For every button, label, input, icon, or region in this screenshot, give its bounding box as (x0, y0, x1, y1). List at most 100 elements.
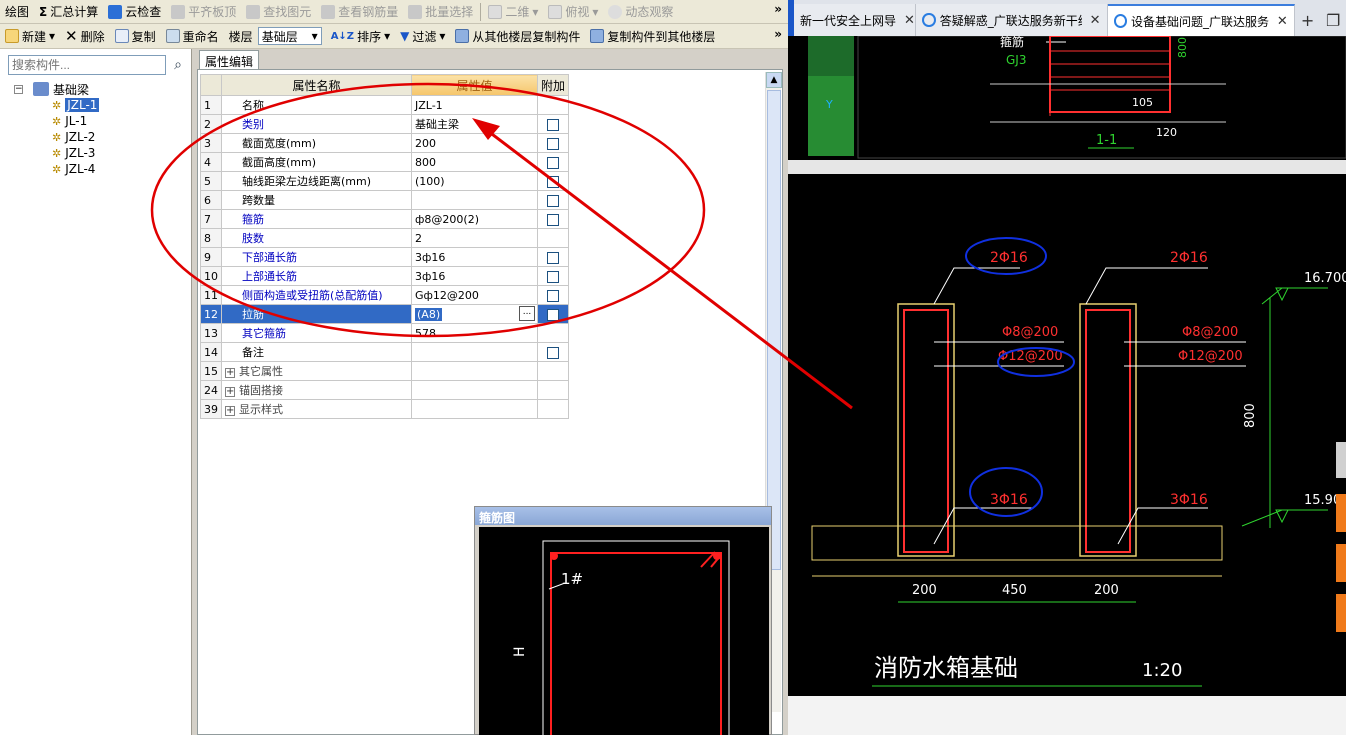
property-value[interactable]: 578 (411, 323, 538, 343)
cloud-check-button[interactable]: 云检查 (103, 1, 166, 23)
extra-checkbox[interactable] (547, 213, 559, 226)
property-row[interactable]: 4 截面高度(mm) 800 (200, 152, 570, 172)
property-row[interactable]: 39 + 显示样式 (200, 399, 570, 419)
property-value[interactable]: 200 (411, 133, 538, 153)
property-row[interactable]: 9 下部通长筋 3ф16 (200, 247, 570, 267)
floor-select[interactable]: 基础层 ▾ (257, 27, 322, 45)
header-value[interactable]: 属性值 (411, 74, 538, 96)
sort-button[interactable]: A↓Z 排序 ▾ (326, 25, 395, 47)
window-icon[interactable]: ❐ (1320, 4, 1346, 36)
property-value[interactable] (411, 342, 538, 362)
extra-checkbox[interactable] (547, 308, 559, 321)
property-value[interactable]: (100) (411, 171, 538, 191)
property-row[interactable]: 12 拉筋 (A8)... (200, 304, 570, 324)
drawing-scale: 1:20 (1142, 660, 1182, 681)
property-value[interactable] (411, 380, 538, 400)
property-row[interactable]: 1 名称 JZL-1 (200, 95, 570, 115)
property-value[interactable]: 基础主梁 (411, 114, 538, 134)
copy-to-floor-button[interactable]: 复制构件到其他楼层 (585, 25, 720, 47)
property-row[interactable]: 3 截面宽度(mm) 200 (200, 133, 570, 153)
extra-checkbox[interactable] (547, 175, 559, 188)
find-element-button[interactable]: 查找图元 (241, 1, 316, 23)
property-row[interactable]: 5 轴线距梁左边线距离(mm) (100) (200, 171, 570, 191)
property-row[interactable]: 7 箍筋 ф8@200(2) (200, 209, 570, 229)
side-float-button[interactable] (1336, 494, 1346, 532)
header-extra[interactable]: 附加 (536, 74, 570, 96)
expand-plus-icon[interactable]: + (225, 368, 235, 378)
copy-from-floor-button[interactable]: 从其他楼层复制构件 (450, 25, 585, 47)
property-row[interactable]: 8 肢数 2 (200, 228, 570, 248)
extra-checkbox[interactable] (547, 194, 559, 207)
expand-plus-icon[interactable]: + (225, 387, 235, 397)
filter-button[interactable]: ▼ 过滤 ▾ (395, 25, 450, 47)
close-icon[interactable]: ✕ (904, 13, 915, 28)
new-tab-button[interactable]: + (1295, 4, 1321, 36)
property-value[interactable] (411, 399, 538, 419)
property-row[interactable]: 10 上部通长筋 3ф16 (200, 266, 570, 286)
search-input[interactable] (8, 55, 166, 75)
property-row[interactable]: 24 + 锚固搭接 (200, 380, 570, 400)
browser-tab-safe-browsing[interactable]: 新一代安全上网导 ✕ (794, 4, 917, 36)
scroll-up-icon[interactable]: ▲ (766, 72, 782, 88)
batch-select-icon (408, 4, 423, 19)
property-row[interactable]: 14 备注 (200, 342, 570, 362)
view-rebar-qty-button[interactable]: 查看钢筋量 (316, 1, 403, 23)
side-float-button[interactable] (1336, 544, 1346, 582)
draw-button[interactable]: 绘图 (0, 1, 34, 23)
expand-plus-icon[interactable]: + (225, 406, 235, 416)
side-float-button[interactable] (1336, 442, 1346, 478)
tree-root-foundation-beam[interactable]: − 基础梁 (14, 81, 99, 97)
property-row[interactable]: 2 类别 基础主梁 (200, 114, 570, 134)
extra-checkbox[interactable] (547, 118, 559, 131)
rename-button[interactable]: 重命名 (161, 25, 224, 47)
extra-checkbox[interactable] (547, 270, 559, 283)
batch-select-button[interactable]: 批量选择 (403, 1, 478, 23)
extra-checkbox[interactable] (547, 251, 559, 264)
ellipsis-button[interactable]: ... (519, 306, 535, 321)
property-value[interactable]: 3ф16 (411, 247, 538, 267)
property-value[interactable]: ф8@200(2) (411, 209, 538, 229)
tree-item-jzl-1[interactable]: ✲ JZL-1 (14, 97, 100, 113)
view-2d-dropdown[interactable]: 二维 ▾ (483, 1, 543, 23)
property-row[interactable]: 6 跨数量 (200, 190, 570, 210)
new-button[interactable]: 新建 ▾ (0, 25, 60, 47)
property-value[interactable]: 3ф16 (411, 266, 538, 286)
search-icon[interactable]: ⌕ (168, 55, 188, 75)
delete-button[interactable]: ✕ 删除 (60, 25, 110, 47)
browser-tab-qa[interactable]: 答疑解惑_广联达服务新干线 ✕ (916, 4, 1108, 36)
extra-checkbox[interactable] (547, 346, 559, 359)
scrollbar-thumb[interactable] (767, 90, 781, 570)
extra-checkbox[interactable] (547, 289, 559, 302)
property-value[interactable] (411, 361, 538, 381)
tree-item-jzl-4[interactable]: ✲ JZL-4 (14, 161, 99, 177)
dynamic-orbit-button[interactable]: 动态观察 (603, 1, 678, 23)
property-value[interactable]: 800 (411, 152, 538, 172)
property-row[interactable]: 15 + 其它属性 (200, 361, 570, 381)
close-icon[interactable]: ✕ (1090, 13, 1101, 28)
copy-button[interactable]: 复制 (110, 25, 161, 47)
tree-item-jzl-2[interactable]: ✲ JZL-2 (14, 129, 99, 145)
property-value[interactable]: JZL-1 (411, 95, 538, 115)
property-value[interactable] (411, 190, 538, 210)
top-view-dropdown[interactable]: 俯视 ▾ (543, 1, 603, 23)
toolbar-overflow-button[interactable]: » (774, 27, 782, 41)
toolbar-overflow-button[interactable]: » (774, 2, 782, 16)
tree-item-jl-1[interactable]: ✲ JL-1 (14, 113, 99, 129)
property-row[interactable]: 11 侧面构造或受扭筋(总配筋值) Gф12@200 (200, 285, 570, 305)
header-name[interactable]: 属性名称 (221, 74, 412, 96)
property-value[interactable]: Gф12@200 (411, 285, 538, 305)
property-row[interactable]: 13 其它箍筋 578 (200, 323, 570, 343)
stirrup-diagram-window[interactable]: 箍筋图 1# H (474, 506, 772, 735)
side-float-button[interactable] (1336, 594, 1346, 632)
tree-item-jzl-3[interactable]: ✲ JZL-3 (14, 145, 99, 161)
summary-calc-button[interactable]: Σ 汇总计算 (34, 1, 103, 23)
align-slab-top-button[interactable]: 平齐板顶 (166, 1, 241, 23)
tab-property-edit[interactable]: 属性编辑 (199, 50, 260, 69)
close-icon[interactable]: ✕ (1277, 14, 1288, 29)
browser-tab-equipment-foundation[interactable]: 设备基础问题_广联达服务新干线✕ (1107, 4, 1295, 36)
property-value[interactable]: 2 (411, 228, 538, 248)
property-value[interactable]: (A8)... (411, 304, 538, 324)
extra-checkbox[interactable] (547, 156, 559, 169)
extra-checkbox[interactable] (547, 137, 559, 150)
collapse-icon[interactable]: − (14, 84, 23, 94)
